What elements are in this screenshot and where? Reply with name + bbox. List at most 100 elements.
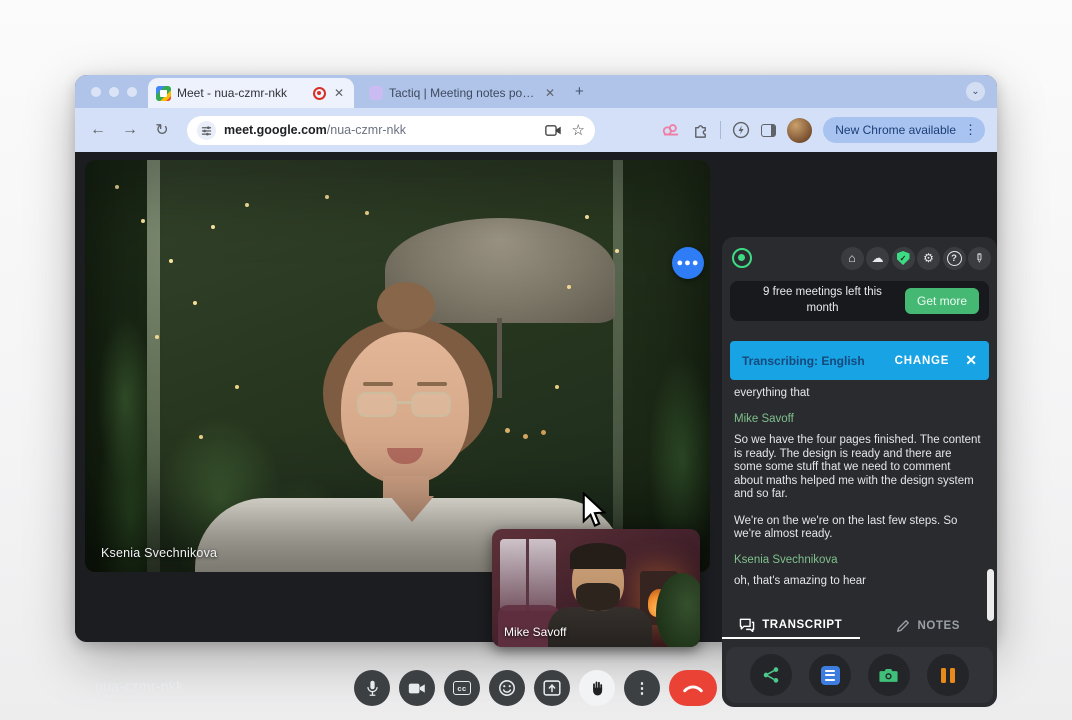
close-transcribing-icon[interactable]: ✕ — [965, 352, 977, 369]
tactiq-logo-icon — [732, 248, 752, 268]
microphone-button[interactable] — [354, 670, 390, 706]
camera-button[interactable] — [399, 670, 435, 706]
chrome-update-button[interactable]: New Chrome available ⋮ — [823, 117, 985, 143]
transcribing-label: Transcribing: English — [742, 353, 865, 368]
participant-name-label: Ksenia Svechnikova — [101, 546, 218, 560]
more-options-icon: ⋮ — [634, 680, 650, 697]
reactions-button[interactable] — [489, 670, 525, 706]
end-call-button[interactable] — [669, 670, 717, 706]
transcript-chat-icon — [739, 618, 755, 632]
present-button[interactable] — [534, 670, 570, 706]
url-path: /nua-czmr-nkk — [326, 123, 406, 137]
url-text[interactable]: meet.google.com/nua-czmr-nkk — [224, 123, 537, 137]
bookmark-star-icon[interactable]: ☆ — [572, 121, 585, 139]
captions-icon: cc — [453, 681, 471, 695]
tab-meet[interactable]: Meet - nua-czmr-nkk ✕ — [148, 78, 354, 108]
update-label: New Chrome available — [835, 123, 956, 137]
pip-scene — [570, 543, 626, 611]
mouse-cursor — [582, 492, 607, 527]
battery-saver-icon[interactable] — [732, 121, 750, 139]
pip-scene — [656, 573, 700, 647]
pip-name-label: Mike Savoff — [504, 625, 567, 639]
change-language-button[interactable]: CHANGE — [895, 355, 950, 367]
camera-permission-icon[interactable] — [544, 124, 562, 137]
back-icon[interactable]: ← — [87, 121, 109, 139]
tab-search-chevron-icon[interactable]: ⌄ — [966, 82, 985, 101]
site-info-icon[interactable] — [197, 120, 216, 140]
url-domain: meet.google.com — [224, 123, 327, 137]
recording-indicator-icon — [312, 86, 326, 100]
close-tab-icon[interactable]: ✕ — [332, 85, 346, 101]
url-bar[interactable]: meet.google.com/nua-czmr-nkk ☆ — [187, 115, 595, 145]
camera-icon — [408, 683, 425, 693]
tab-notes-label: NOTES — [917, 620, 961, 632]
minimize-window-button[interactable] — [109, 87, 119, 97]
free-meetings-banner: 9 free meetings left this month Get more — [730, 281, 989, 321]
tactiq-actions — [726, 647, 993, 703]
home-icon[interactable]: ⌂ — [840, 246, 864, 270]
close-tab-icon[interactable]: ✕ — [543, 85, 557, 101]
screenshot-camera-icon — [879, 668, 898, 682]
notes-pencil-icon — [897, 620, 910, 632]
more-options-button[interactable]: ⋮ — [624, 670, 660, 706]
share-button[interactable] — [750, 654, 793, 696]
present-icon — [543, 680, 561, 696]
meet-favicon-icon — [156, 85, 171, 101]
close-window-button[interactable] — [91, 87, 101, 97]
google-docs-icon — [820, 665, 840, 685]
window-controls — [91, 87, 137, 97]
docs-export-button[interactable] — [809, 654, 852, 696]
profile-avatar[interactable] — [787, 117, 813, 143]
transcript-speaker: Mike Savoff — [734, 412, 794, 425]
pip-video-tile[interactable]: Mike Savoff — [492, 529, 700, 647]
meet-content: Ksenia Svechnikova ●●● Mike Savoff nua-c… — [75, 152, 997, 707]
extensions-puzzle-icon[interactable] — [692, 122, 709, 139]
pause-icon — [940, 667, 955, 683]
cloud-upload-icon[interactable]: ☁ — [866, 246, 889, 270]
get-more-button[interactable]: Get more — [904, 288, 979, 314]
new-tab-button[interactable]: + — [575, 83, 584, 100]
pip-scene — [500, 539, 556, 611]
tactiq-tabs: TRANSCRIPT NOTES — [722, 613, 997, 639]
main-video-tile[interactable]: Ksenia Svechnikova — [85, 160, 710, 572]
settings-gear-icon[interactable]: ⚙ — [917, 246, 940, 270]
end-call-icon — [683, 685, 703, 693]
meet-controls: cc ⋮ — [354, 670, 717, 706]
tab-title: Meet - nua-czmr-nkk — [177, 86, 288, 100]
transcribing-bar: Transcribing: English CHANGE ✕ — [730, 341, 989, 380]
banner-text: 9 free meetings left this month — [763, 286, 882, 314]
browser-toolbar: ← → ↻ meet.google.com/nua-czmr-nkk ☆ New… — [75, 108, 997, 152]
transcript-text: oh, that's amazing to hear — [734, 575, 866, 587]
tab-notes[interactable]: NOTES — [860, 613, 998, 639]
transcript-speaker: Ksenia Svechnikova — [734, 553, 838, 566]
screenshot-button[interactable] — [867, 654, 910, 696]
maximize-window-button[interactable] — [127, 87, 137, 97]
share-icon — [764, 667, 779, 683]
tab-transcript-label: TRANSCRIPT — [762, 619, 843, 631]
reload-icon[interactable]: ↻ — [151, 120, 173, 140]
tab-transcript[interactable]: TRANSCRIPT — [722, 613, 860, 639]
toolbar-divider — [720, 121, 722, 139]
side-panel-icon[interactable] — [761, 123, 777, 137]
shield-check-icon[interactable]: ✓ — [891, 246, 915, 270]
browser-window: Meet - nua-czmr-nkk ✕ Tactiq | Meeting n… — [75, 75, 997, 707]
tab-tactiq[interactable]: Tactiq | Meeting notes power ✕ — [363, 80, 563, 106]
transcript-list[interactable]: everything that Mike Savoff So we have t… — [734, 387, 981, 609]
captions-button[interactable]: cc — [444, 670, 480, 706]
tactiq-extension-icon[interactable] — [661, 122, 681, 138]
tab-strip: Meet - nua-czmr-nkk ✕ Tactiq | Meeting n… — [75, 75, 997, 108]
forward-icon[interactable]: → — [119, 121, 141, 139]
pin-icon[interactable]: ✎ — [968, 246, 991, 270]
meeting-code-label: nua-czmr-nkk — [95, 678, 184, 694]
chat-bubble-button[interactable]: ●●● — [672, 247, 704, 279]
transcript-text: So we have the four pages finished. The … — [734, 434, 981, 500]
tactiq-header: ⌂ ☁ ✓ ⚙ ? ✎ — [732, 245, 991, 271]
raise-hand-button[interactable] — [579, 670, 615, 706]
tab-title: Tactiq | Meeting notes power — [389, 86, 537, 100]
help-icon[interactable]: ? — [942, 246, 966, 270]
transcript-text: We're on the we're on the last few steps… — [734, 514, 958, 541]
transcript-text: everything that — [734, 387, 810, 399]
microphone-icon — [366, 680, 378, 696]
pause-button[interactable] — [926, 654, 969, 696]
browser-menu-icon[interactable]: ⋮ — [964, 122, 977, 138]
